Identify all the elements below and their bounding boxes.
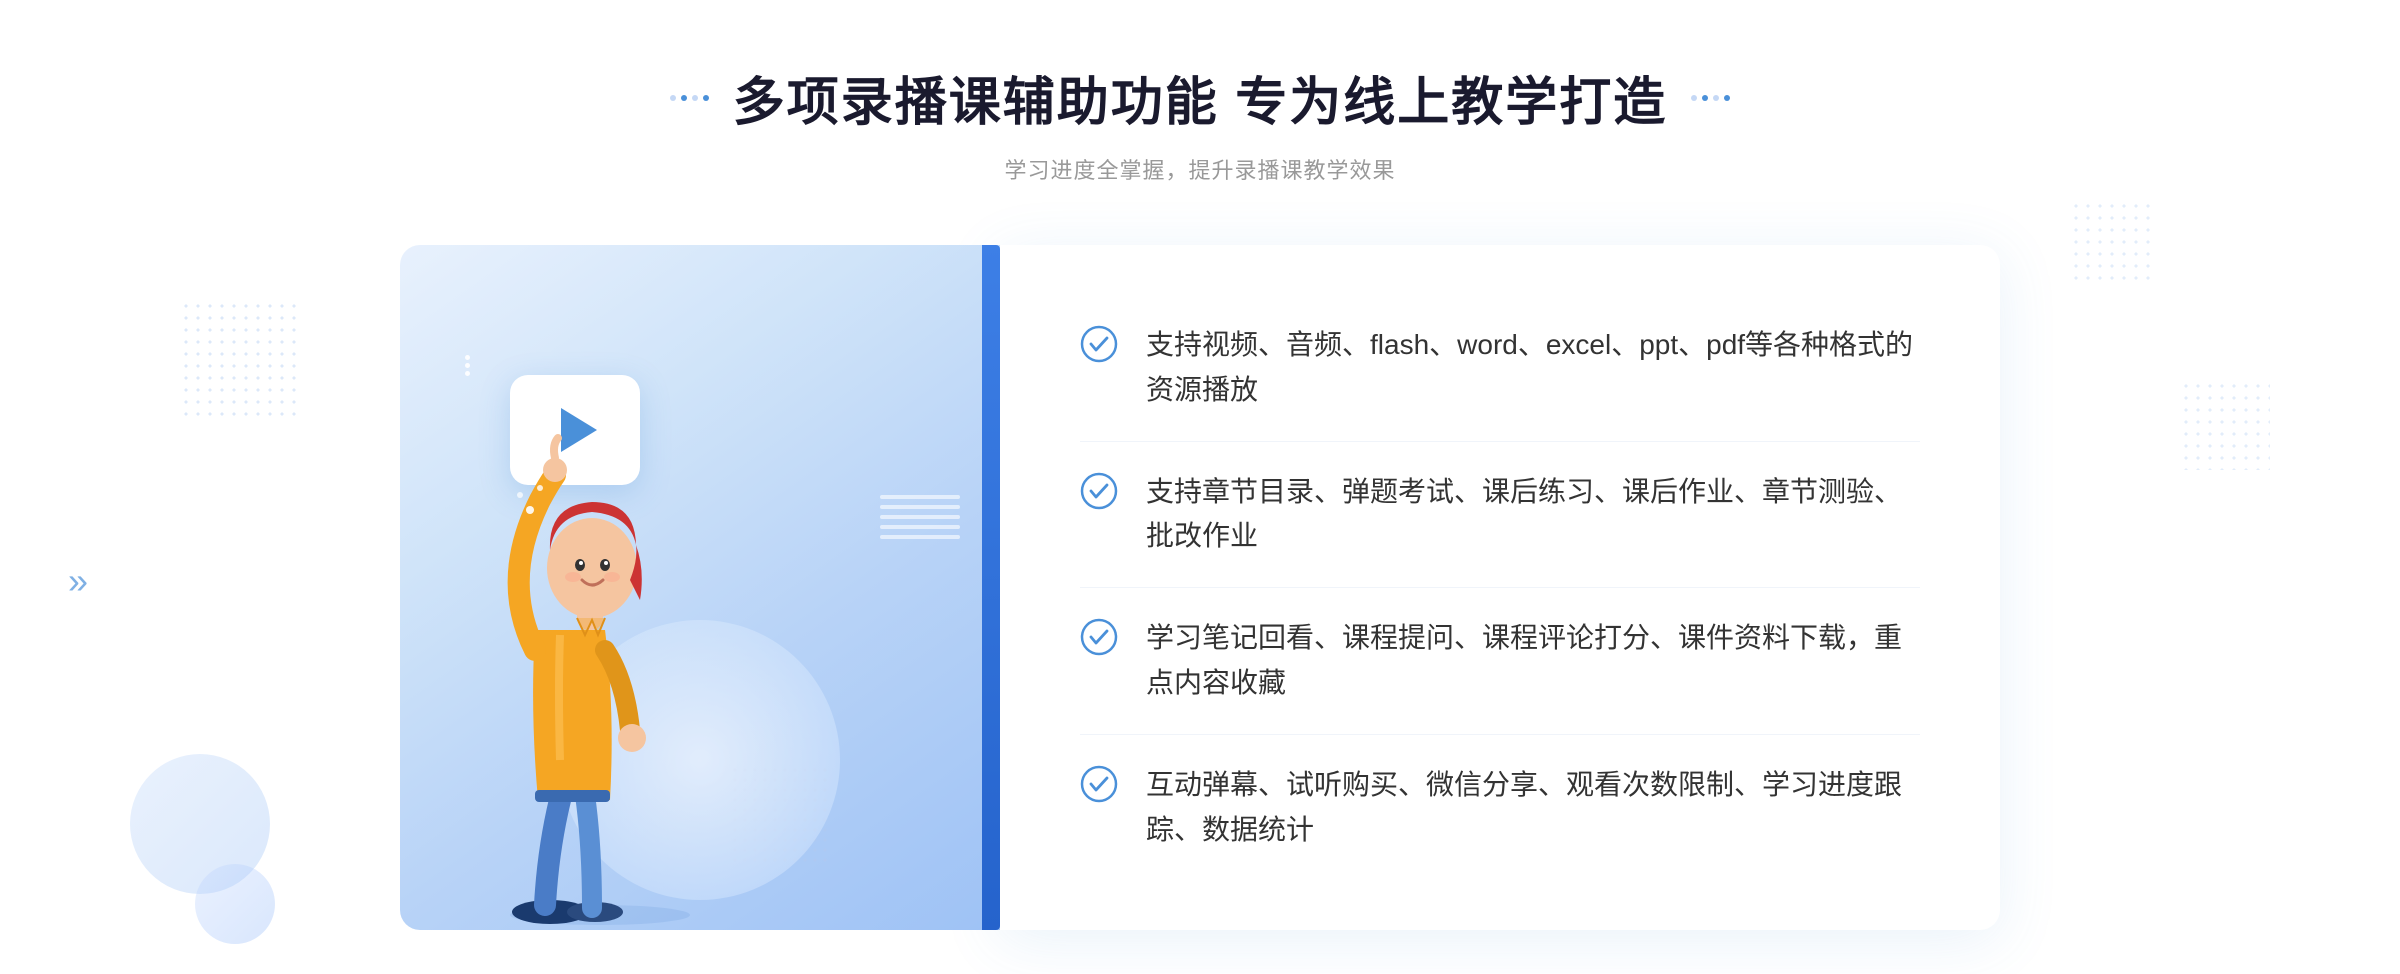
dots-decor-left <box>180 300 300 420</box>
features-panel: 支持视频、音频、flash、word、excel、ppt、pdf等各种格式的资源… <box>1000 245 2000 930</box>
feature-text-2: 支持章节目录、弹题考试、课后练习、课后作业、章节测验、批改作业 <box>1146 470 1920 560</box>
header-section: 多项录播课辅助功能 专为线上教学打造 学习进度全掌握，提升录播课教学效果 <box>670 60 1730 185</box>
dots-decor-right-top <box>2070 200 2150 280</box>
title-dot-5 <box>1691 95 1697 101</box>
feature-item-1: 支持视频、音频、flash、word、excel、ppt、pdf等各种格式的资源… <box>1080 295 1920 442</box>
stripe-3 <box>880 515 960 519</box>
stripe-5 <box>880 535 960 539</box>
title-dots-right <box>1691 95 1730 101</box>
stripes-decor <box>880 495 960 575</box>
person-illustration <box>430 340 770 930</box>
title-dot-2 <box>681 95 687 101</box>
feature-text-4: 互动弹幕、试听购买、微信分享、观看次数限制、学习进度跟踪、数据统计 <box>1146 763 1920 853</box>
dots-decor-right-mid <box>2180 380 2270 470</box>
title-dot-6 <box>1702 95 1708 101</box>
feature-item-4: 互动弹幕、试听购买、微信分享、观看次数限制、学习进度跟踪、数据统计 <box>1080 735 1920 881</box>
title-row: 多项录播课辅助功能 专为线上教学打造 <box>670 60 1730 135</box>
title-dot-7 <box>1713 95 1719 101</box>
feature-item-2: 支持章节目录、弹题考试、课后练习、课后作业、章节测验、批改作业 <box>1080 442 1920 589</box>
title-dot-4 <box>703 95 709 101</box>
page-wrapper: » 多项录播课辅助功能 专为线上教学打造 学习进度全掌握，提升录播课教学效果 <box>0 0 2400 974</box>
chevron-left-icon: » <box>68 560 88 602</box>
feature-item-3: 学习笔记回看、课程提问、课程评论打分、课件资料下载，重点内容收藏 <box>1080 588 1920 735</box>
title-dot-8 <box>1724 95 1730 101</box>
stripe-4 <box>880 525 960 529</box>
title-dot-1 <box>670 95 676 101</box>
feature-text-1: 支持视频、音频、flash、word、excel、ppt、pdf等各种格式的资源… <box>1146 323 1920 413</box>
check-icon-2 <box>1080 472 1118 510</box>
image-panel <box>400 245 1000 930</box>
title-dots-left <box>670 95 709 101</box>
panel-accent <box>982 245 1000 930</box>
page-title: 多项录播课辅助功能 专为线上教学打造 <box>733 60 1667 135</box>
check-icon-4 <box>1080 765 1118 803</box>
circle-decor-small <box>195 864 275 944</box>
stripe-1 <box>880 495 960 499</box>
stripe-2 <box>880 505 960 509</box>
title-dot-3 <box>692 95 698 101</box>
check-icon-3 <box>1080 618 1118 656</box>
page-subtitle: 学习进度全掌握，提升录播课教学效果 <box>1004 153 1395 185</box>
check-icon-1 <box>1080 325 1118 363</box>
feature-text-3: 学习笔记回看、课程提问、课程评论打分、课件资料下载，重点内容收藏 <box>1146 616 1920 706</box>
content-area: 支持视频、音频、flash、word、excel、ppt、pdf等各种格式的资源… <box>400 245 2000 930</box>
